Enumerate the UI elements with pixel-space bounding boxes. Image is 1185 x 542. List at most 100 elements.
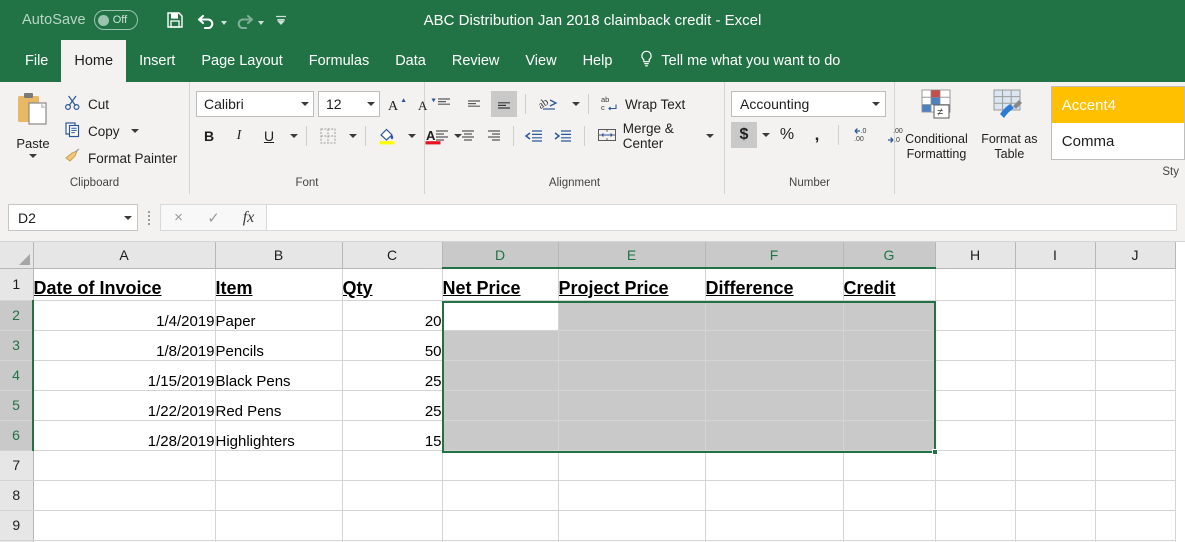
- cell-i7[interactable]: [1015, 450, 1096, 481]
- save-icon[interactable]: [160, 6, 190, 34]
- cell-i4[interactable]: [1015, 360, 1096, 391]
- fill-handle[interactable]: [932, 449, 938, 455]
- redo-icon[interactable]: [229, 6, 259, 34]
- decrease-indent-icon[interactable]: [521, 123, 546, 149]
- cell-a8[interactable]: [33, 480, 216, 511]
- formula-bar-grip[interactable]: [138, 210, 160, 225]
- format-painter-button[interactable]: Format Painter: [60, 146, 181, 170]
- cell-d3[interactable]: [442, 330, 559, 361]
- cell-b1[interactable]: Item: [215, 268, 343, 301]
- cell-h4[interactable]: [935, 360, 1016, 391]
- align-top-icon[interactable]: [431, 91, 457, 117]
- cell-i3[interactable]: [1015, 330, 1096, 361]
- cell-g6[interactable]: [843, 420, 936, 451]
- chevron-down-icon[interactable]: [301, 102, 309, 106]
- tab-help[interactable]: Help: [570, 40, 626, 82]
- cell-f8[interactable]: [705, 480, 844, 511]
- conditional-formatting-button[interactable]: ≠ Conditional Formatting: [901, 86, 972, 161]
- cell-j1[interactable]: [1095, 268, 1176, 301]
- cell-e2[interactable]: [558, 300, 706, 331]
- cut-button[interactable]: Cut: [60, 92, 181, 116]
- cell-h2[interactable]: [935, 300, 1016, 331]
- cell-g3[interactable]: [843, 330, 936, 361]
- cell-d7[interactable]: [442, 450, 559, 481]
- row-header-1[interactable]: 1: [0, 268, 34, 301]
- tell-me-search[interactable]: Tell me what you want to do: [625, 40, 850, 82]
- formula-input[interactable]: [266, 204, 1177, 231]
- font-family-combo[interactable]: Calibri: [196, 91, 314, 117]
- comma-format-button[interactable]: ,: [804, 122, 830, 148]
- bold-button[interactable]: B: [196, 123, 222, 149]
- cell-j4[interactable]: [1095, 360, 1176, 391]
- cell-i9[interactable]: [1015, 510, 1096, 541]
- row-header-5[interactable]: 5: [0, 390, 34, 421]
- increase-decimal-icon[interactable]: .0.00: [847, 122, 877, 148]
- cell-a7[interactable]: [33, 450, 216, 481]
- cell-g5[interactable]: [843, 390, 936, 421]
- cell-j7[interactable]: [1095, 450, 1176, 481]
- cell-h8[interactable]: [935, 480, 1016, 511]
- cell-a1[interactable]: Date of Invoice: [33, 268, 216, 301]
- accounting-format-button[interactable]: $: [731, 122, 757, 148]
- insert-function-icon[interactable]: fx: [231, 205, 266, 230]
- align-center-icon[interactable]: [457, 123, 479, 149]
- cell-g2[interactable]: [843, 300, 936, 331]
- row-header-8[interactable]: 8: [0, 480, 34, 511]
- underline-button[interactable]: U: [256, 123, 282, 149]
- cell-f5[interactable]: [705, 390, 844, 421]
- cell-a4[interactable]: 1/15/2019: [33, 360, 216, 391]
- cell-g8[interactable]: [843, 480, 936, 511]
- cell-g1[interactable]: Credit: [843, 268, 936, 301]
- column-header-j[interactable]: J: [1095, 242, 1176, 269]
- customize-quick-access-toolbar-icon[interactable]: [266, 6, 296, 34]
- cell-a6[interactable]: 1/28/2019: [33, 420, 216, 451]
- cell-c8[interactable]: [342, 480, 443, 511]
- redo-dropdown-icon[interactable]: [257, 21, 264, 25]
- cell-f2[interactable]: [705, 300, 844, 331]
- cell-e9[interactable]: [558, 510, 706, 541]
- name-box[interactable]: D2: [8, 204, 138, 231]
- cell-f1[interactable]: Difference: [705, 268, 844, 301]
- cancel-icon[interactable]: ×: [161, 205, 196, 230]
- merge-center-button[interactable]: Merge & Center: [593, 121, 718, 151]
- cell-j6[interactable]: [1095, 420, 1176, 451]
- cell-j9[interactable]: [1095, 510, 1176, 541]
- cell-e6[interactable]: [558, 420, 706, 451]
- borders-dropdown-icon[interactable]: [349, 134, 357, 138]
- row-header-4[interactable]: 4: [0, 360, 34, 391]
- borders-icon[interactable]: [315, 123, 341, 149]
- row-header-7[interactable]: 7: [0, 450, 34, 481]
- cell-h6[interactable]: [935, 420, 1016, 451]
- cell-styles-gallery[interactable]: Accent4 Comma: [1050, 86, 1185, 160]
- fill-color-dropdown-icon[interactable]: [408, 134, 416, 138]
- cell-e1[interactable]: Project Price: [558, 268, 706, 301]
- cell-d2[interactable]: [442, 300, 559, 331]
- cell-i2[interactable]: [1015, 300, 1096, 331]
- cell-e4[interactable]: [558, 360, 706, 391]
- column-header-a[interactable]: A: [33, 242, 216, 269]
- cell-e3[interactable]: [558, 330, 706, 361]
- copy-button[interactable]: Copy: [60, 119, 181, 143]
- column-header-d[interactable]: D: [442, 242, 559, 269]
- cell-b8[interactable]: [215, 480, 343, 511]
- cell-f6[interactable]: [705, 420, 844, 451]
- orientation-dropdown-icon[interactable]: [572, 102, 580, 106]
- autosave-switch[interactable]: Off: [93, 10, 138, 30]
- paste-dropdown-icon[interactable]: [29, 154, 37, 158]
- cell-j8[interactable]: [1095, 480, 1176, 511]
- undo-dropdown-icon[interactable]: [220, 21, 227, 25]
- tab-review[interactable]: Review: [439, 40, 513, 82]
- tab-home[interactable]: Home: [61, 40, 127, 82]
- paste-button[interactable]: Paste: [6, 88, 60, 158]
- cell-a3[interactable]: 1/8/2019: [33, 330, 216, 361]
- cell-h9[interactable]: [935, 510, 1016, 541]
- tab-insert[interactable]: Insert: [126, 40, 188, 82]
- column-header-b[interactable]: B: [215, 242, 343, 269]
- cell-i6[interactable]: [1015, 420, 1096, 451]
- cell-c7[interactable]: [342, 450, 443, 481]
- cell-f4[interactable]: [705, 360, 844, 391]
- cell-g7[interactable]: [843, 450, 936, 481]
- cell-f3[interactable]: [705, 330, 844, 361]
- select-all-button[interactable]: [0, 242, 34, 269]
- orientation-icon[interactable]: ab: [534, 91, 564, 117]
